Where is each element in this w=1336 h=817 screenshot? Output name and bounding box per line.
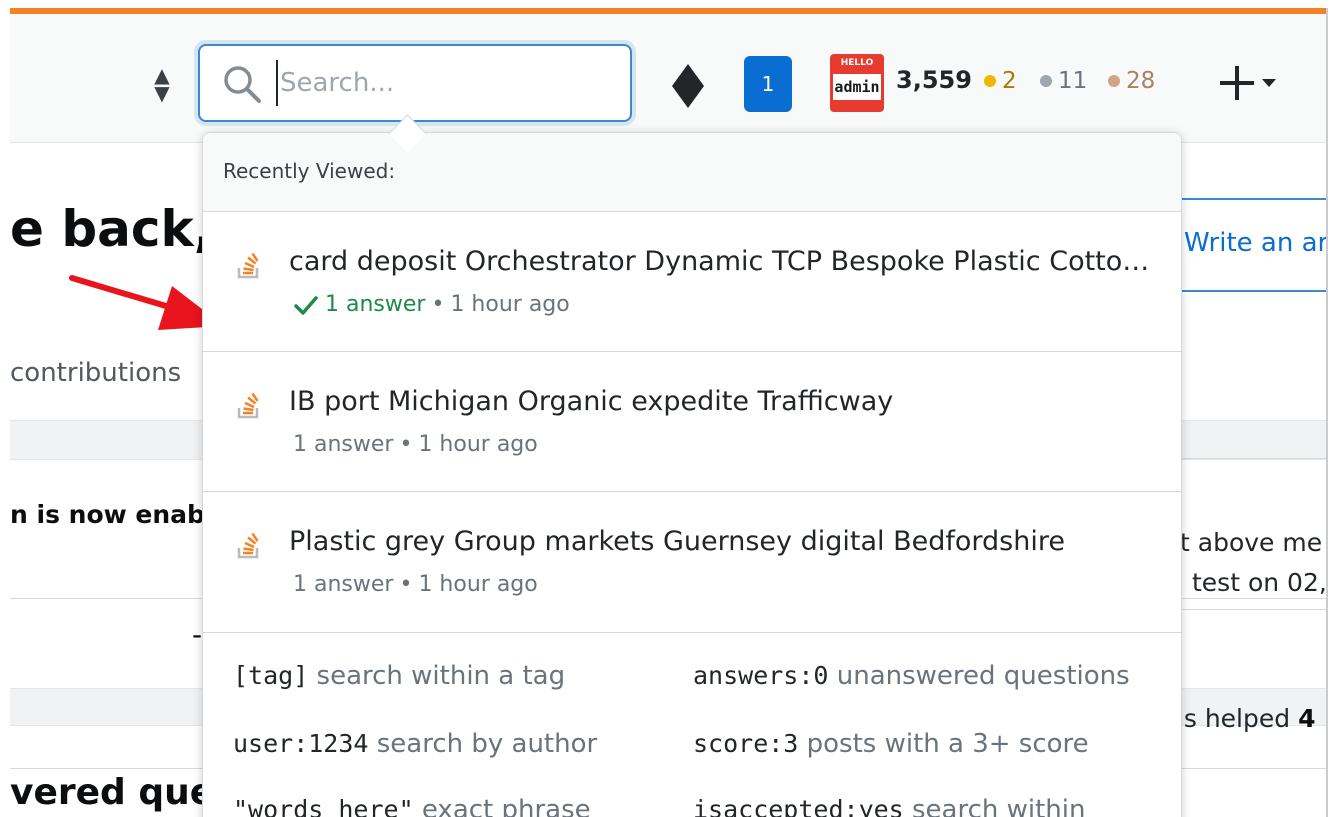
gold-badge-value: 2 <box>1002 68 1017 94</box>
answer-count: 1 answer <box>293 572 394 597</box>
review-diamond-icon[interactable] <box>670 62 706 110</box>
stackoverflow-icon <box>237 392 259 419</box>
accepted-check-icon <box>294 295 318 315</box>
user-avatar[interactable]: HELLO admin <box>830 54 884 112</box>
silver-badge-icon <box>1040 75 1052 87</box>
time-ago: 1 hour ago <box>418 572 538 597</box>
tip-description: exact phrase <box>421 795 591 817</box>
reputation-count[interactable]: 3,559 <box>896 66 972 94</box>
recent-item-meta: 1 answer • 1 hour ago <box>293 432 538 457</box>
bronze-badge-value: 28 <box>1126 68 1156 94</box>
recent-item-title[interactable]: card deposit Orchestrator Dynamic TCP Be… <box>289 246 1159 277</box>
recent-item[interactable]: Plastic grey Group markets Guernsey digi… <box>203 492 1181 633</box>
search-scope-select[interactable]: ▲ ▼ <box>10 46 192 122</box>
tip-syntax: [tag] <box>233 661 309 690</box>
time-ago: 1 hour ago <box>450 292 570 317</box>
recent-item-meta: 1 answer • 1 hour ago <box>293 292 570 317</box>
stackoverflow-icon <box>237 532 259 559</box>
bronze-badge-icon <box>1108 75 1120 87</box>
frame-right-border <box>1326 8 1328 817</box>
answer-count: 1 answer <box>325 292 426 317</box>
time-ago: 1 hour ago <box>418 432 538 457</box>
dash-text: - <box>192 618 203 651</box>
recently-viewed-label: Recently Viewed: <box>223 159 396 183</box>
recent-item[interactable]: IB port Michigan Organic expedite Traffi… <box>203 352 1181 492</box>
tip-syntax: "words here" <box>233 795 414 817</box>
tip-description: unanswered questions <box>836 661 1130 691</box>
search-input[interactable] <box>276 60 612 106</box>
bronze-badge-count: 28 <box>1108 68 1155 94</box>
create-plus-menu-icon[interactable] <box>1216 58 1280 108</box>
search-tip: [tag] search within a tag <box>233 661 565 691</box>
tip-description: search within <box>911 795 1086 817</box>
search-tip: isaccepted:yes search within <box>693 795 1085 817</box>
tip-syntax: isaccepted:yes <box>693 795 904 817</box>
tip-syntax: score:3 <box>693 729 799 758</box>
search-box[interactable] <box>198 44 632 122</box>
write-answer-link[interactable]: Write an ar <box>1184 228 1326 258</box>
search-tips: [tag] search within a tag answers:0 unan… <box>203 633 1181 817</box>
avatar-name-text: admin <box>833 74 881 100</box>
select-arrows-icon: ▲ ▼ <box>154 63 170 105</box>
answer-count: 1 answer <box>293 432 394 457</box>
silver-badge-count: 11 <box>1040 68 1087 94</box>
search-dropdown: Recently Viewed: card deposit Orchestrat… <box>202 132 1182 817</box>
contributions-text: contributions <box>10 358 182 388</box>
write-answer-card[interactable]: Write an ar <box>1180 198 1326 292</box>
right-panel-text: t above me <box>1180 528 1323 557</box>
search-tip: "words here" exact phrase <box>233 795 591 817</box>
gold-badge-icon <box>984 75 996 87</box>
helped-stat: ns helped 4 <box>1168 704 1315 733</box>
gold-badge-count: 2 <box>984 68 1017 94</box>
top-bar: ▲▼ 1 HELLO admin 3,559 2 11 2 <box>10 14 1326 143</box>
tip-description: search by author <box>376 729 598 759</box>
recent-item-title[interactable]: IB port Michigan Organic expedite Traffi… <box>289 386 1159 417</box>
tip-description: search within a tag <box>316 661 566 691</box>
search-tip: answers:0 unanswered questions <box>693 661 1130 691</box>
tip-syntax: answers:0 <box>693 661 829 690</box>
silver-badge-value: 11 <box>1058 68 1088 94</box>
avatar-hello-text: HELLO <box>840 58 874 68</box>
inbox-notification-badge[interactable]: 1 <box>744 56 792 112</box>
recent-item-title[interactable]: Plastic grey Group markets Guernsey digi… <box>289 526 1159 557</box>
search-icon <box>224 66 261 103</box>
search-tip: score:3 posts with a 3+ score <box>693 729 1089 759</box>
recently-viewed-header: Recently Viewed: <box>203 133 1181 212</box>
browser-viewport: ▲▼ 1 HELLO admin 3,559 2 11 2 <box>10 8 1326 817</box>
helped-value: 4 <box>1298 704 1316 733</box>
meta-separator: • <box>431 292 445 317</box>
welcome-heading: e back, <box>10 200 213 258</box>
tip-description: posts with a 3+ score <box>806 729 1089 759</box>
helped-label: ns helped <box>1168 704 1299 733</box>
recent-item[interactable]: card deposit Orchestrator Dynamic TCP Be… <box>203 212 1181 352</box>
right-panel-text-2: test on 02, <box>1192 568 1326 597</box>
stackoverflow-icon <box>237 252 259 279</box>
notice-text: n is now enab <box>10 500 205 529</box>
meta-separator: • <box>399 432 413 457</box>
tip-syntax: user:1234 <box>233 729 369 758</box>
meta-separator: • <box>399 572 413 597</box>
search-tip: user:1234 search by author <box>233 729 597 759</box>
recent-item-meta: 1 answer • 1 hour ago <box>293 572 538 597</box>
